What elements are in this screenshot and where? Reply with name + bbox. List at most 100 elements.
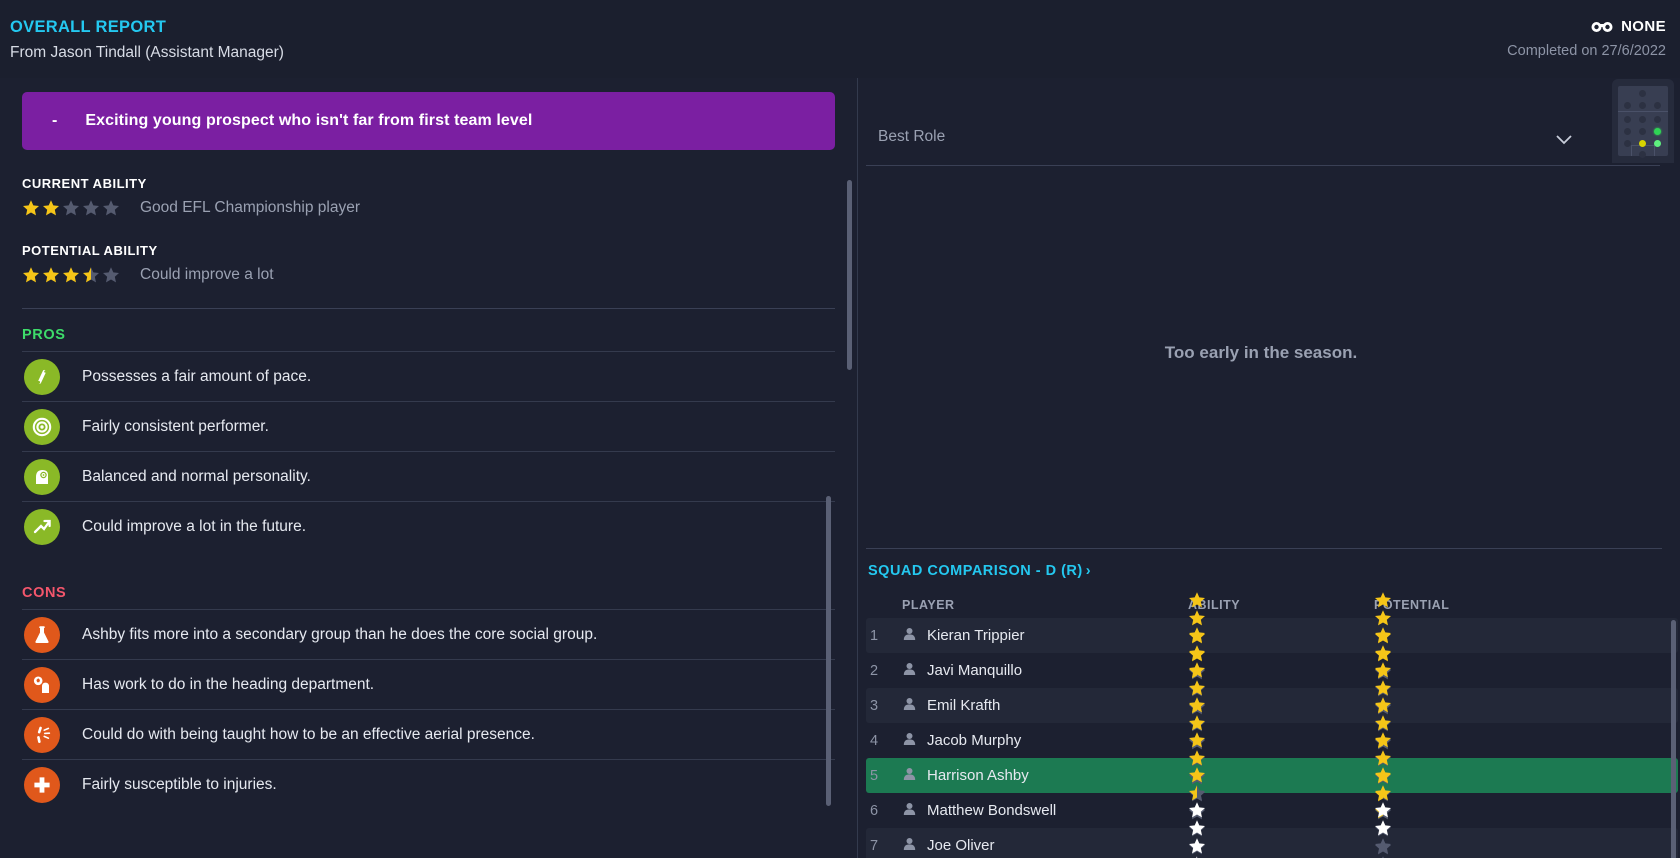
pace-icon <box>24 358 60 395</box>
trait-text: Ashby fits more into a secondary group t… <box>82 625 598 643</box>
current-ability-stars-star-4 <box>83 200 99 216</box>
potential-ability-stars <box>22 266 120 284</box>
completed-date: Completed on 27/6/2022 <box>1507 43 1666 59</box>
pitch-position-dot-7 <box>1654 116 1661 123</box>
ability-star-2 <box>1189 714 1205 730</box>
row-potential-stars <box>1374 801 1574 858</box>
player-name: Matthew Bondswell <box>927 802 1057 819</box>
divider <box>22 308 835 309</box>
scout-value: NONE <box>1621 18 1666 35</box>
row-player: Harrison Ashby <box>902 766 1188 786</box>
report-header-left: OVERALL REPORT From Jason Tindall (Assis… <box>10 17 284 63</box>
left-panel-scrollbar[interactable] <box>826 496 831 806</box>
pitch-position-dot-1 <box>1639 90 1646 97</box>
pitch-position-dot-12 <box>1639 140 1646 147</box>
current-ability-row: Good EFL Championship player <box>22 199 835 217</box>
pitch-positions-icon[interactable] <box>1612 79 1674 163</box>
row-player: Javi Manquillo <box>902 661 1188 681</box>
trait-text: Could improve a lot in the future. <box>82 517 307 535</box>
potential-star-1 <box>1375 731 1391 747</box>
summary-banner: - Exciting young prospect who isn't far … <box>22 92 835 150</box>
heading-ball-icon <box>24 666 60 703</box>
ability-star-1 <box>1189 766 1205 782</box>
chevron-down-icon[interactable] <box>1556 132 1572 150</box>
pitch-position-dot-5 <box>1624 116 1631 123</box>
player-name: Kieran Trippier <box>927 627 1025 644</box>
row-player: Kieran Trippier <box>902 626 1188 646</box>
row-rank: 5 <box>870 767 879 784</box>
potential-ability-stars-star-5 <box>103 267 119 283</box>
current-ability-stars-star-1 <box>23 200 39 216</box>
trait-row: Fairly consistent performer. <box>22 401 835 451</box>
trait-row: Fairly susceptible to injuries. <box>22 759 835 809</box>
pros-title: PROS <box>22 327 66 343</box>
trait-row: Could improve a lot in the future. <box>22 501 835 551</box>
potential-star-2 <box>1375 749 1391 765</box>
potential-ability-description: Could improve a lot <box>140 266 274 283</box>
table-row[interactable]: 7 Joe Oliver <box>866 801 1678 858</box>
player-avatar-icon <box>902 836 917 856</box>
player-avatar-icon <box>902 661 917 681</box>
squad-comparison-title[interactable]: SQUAD COMPARISON - D (R) › <box>868 563 1091 579</box>
pitch-field <box>1618 86 1668 158</box>
ability-star-2 <box>1189 819 1205 835</box>
player-name: Jacob Murphy <box>927 732 1022 749</box>
player-avatar-icon <box>902 801 917 821</box>
potential-star-1 <box>1375 591 1391 607</box>
current-ability-stars-star-3 <box>63 200 79 216</box>
player-name: Emil Krafth <box>927 697 1001 714</box>
trait-text: Fairly consistent performer. <box>82 417 269 435</box>
ability-star-2 <box>1189 679 1205 695</box>
best-role-bar[interactable]: Best Role <box>866 78 1674 166</box>
potential-star-2 <box>1375 609 1391 625</box>
trait-row: Ashby fits more into a secondary group t… <box>22 609 835 659</box>
potential-star-4 <box>1381 855 1385 858</box>
ability-star-2 <box>1189 609 1205 625</box>
trait-row: Balanced and normal personality. <box>22 451 835 501</box>
potential-ability-stars-star-1 <box>23 267 39 283</box>
potential-star-2 <box>1375 784 1391 800</box>
trait-row: Possesses a fair amount of pace. <box>22 351 835 401</box>
page-title: OVERALL REPORT <box>10 18 167 36</box>
trait-row: Has work to do in the heading department… <box>22 659 835 709</box>
pitch-position-dot-4 <box>1654 102 1661 109</box>
report-body: - Exciting young prospect who isn't far … <box>0 78 1680 858</box>
ability-star-1 <box>1189 626 1205 642</box>
potential-star-2 <box>1375 819 1391 835</box>
pitch-position-dot-3 <box>1639 102 1646 109</box>
scout-report-page: OVERALL REPORT From Jason Tindall (Assis… <box>0 0 1680 858</box>
trait-text: Fairly susceptible to injuries. <box>82 775 277 793</box>
pros-list: Possesses a fair amount of pace. Fairly c… <box>22 351 835 551</box>
ability-star-2 <box>1189 784 1205 800</box>
row-player: Joe Oliver <box>902 836 1188 856</box>
ability-star-2 <box>1189 749 1205 765</box>
ability-star-3 <box>1189 837 1205 853</box>
pitch-position-dot-8 <box>1624 128 1631 135</box>
chart-placeholder-message: Too early in the season. <box>1164 343 1358 362</box>
pitch-position-dot-9 <box>1639 128 1646 135</box>
squad-comparison-table: PLAYER ABILITY POTENTIAL 1 Kieran Trippie… <box>866 591 1678 858</box>
potential-star-2 <box>1375 679 1391 695</box>
left-panel-scrollbar-upper[interactable] <box>847 180 852 370</box>
potential-star-1 <box>1375 766 1391 782</box>
potential-star-1 <box>1375 696 1391 712</box>
scout-assignment[interactable]: NONE <box>1507 18 1666 35</box>
best-role-label: Best Role <box>878 128 946 145</box>
aerial-presence-icon <box>24 716 60 753</box>
trait-row: Could do with being taught how to be an … <box>22 709 835 759</box>
flask-icon <box>24 616 60 653</box>
player-avatar-icon <box>902 766 917 786</box>
potential-star-2 <box>1375 644 1391 660</box>
potential-ability-label: POTENTIAL ABILITY <box>22 243 158 258</box>
summary-text: Exciting young prospect who isn't far fr… <box>85 112 533 129</box>
row-ability-stars <box>1188 801 1374 858</box>
player-name: Joe Oliver <box>927 837 995 854</box>
potential-star-2 <box>1375 714 1391 730</box>
squad-table-scrollbar[interactable] <box>1671 620 1676 858</box>
row-rank: 6 <box>870 802 879 819</box>
trait-text: Could do with being taught how to be an … <box>82 725 535 743</box>
potential-ability-stars-star-2 <box>43 267 59 283</box>
binoculars-icon <box>1591 20 1613 33</box>
report-right-panel: Best Role Too early in the season. SQUAD… <box>858 78 1680 858</box>
row-player: Emil Krafth <box>902 696 1188 716</box>
